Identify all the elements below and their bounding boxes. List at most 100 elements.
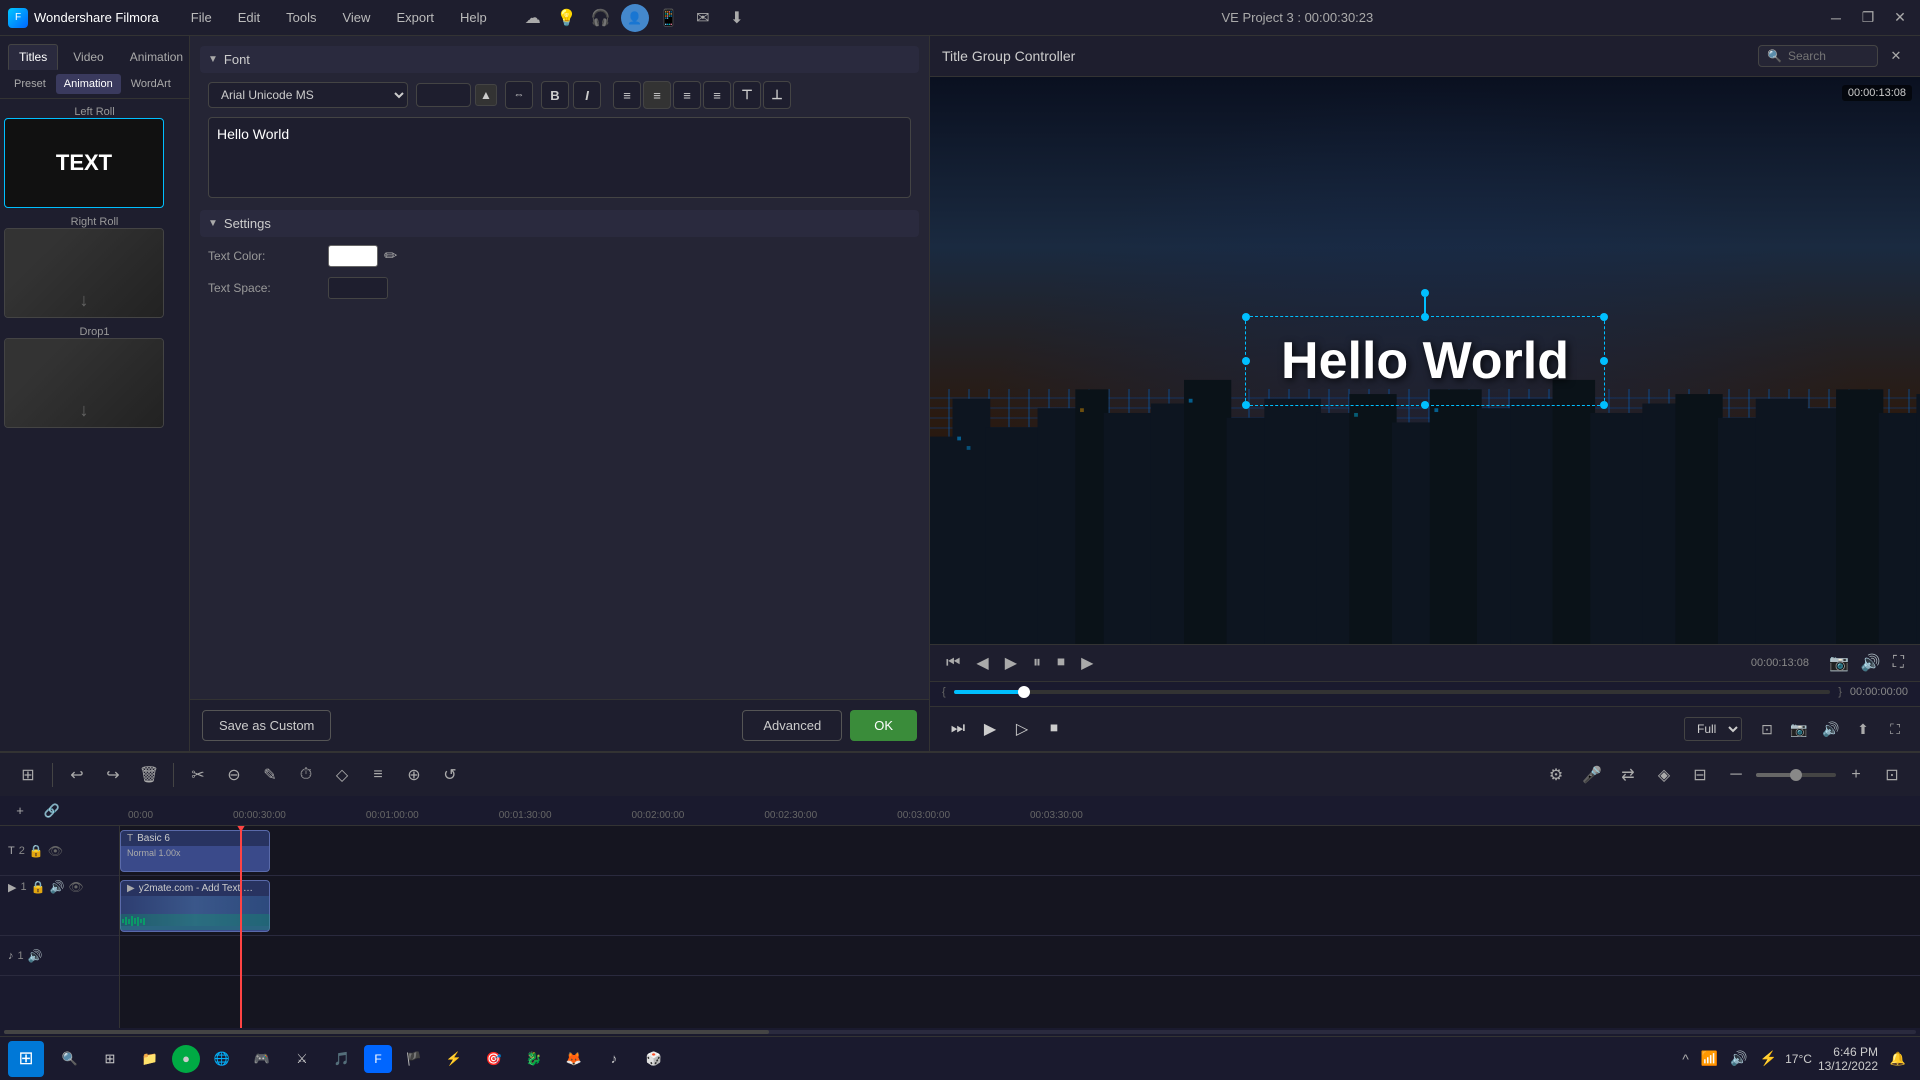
- audio-button[interactable]: 🎤: [1576, 759, 1608, 791]
- game-icon1[interactable]: 🎮: [244, 1041, 280, 1077]
- zoom-slider-wrap[interactable]: [1756, 773, 1836, 777]
- expand-tray-icon[interactable]: ^: [1678, 1049, 1693, 1069]
- subtab-animation[interactable]: Animation: [56, 74, 121, 94]
- font-family-select[interactable]: Arial Unicode MS: [208, 82, 408, 108]
- menu-help[interactable]: Help: [448, 6, 499, 29]
- text-tool-button[interactable]: ✎: [254, 759, 286, 791]
- frame-back-button[interactable]: ◀: [972, 651, 992, 675]
- playhead[interactable]: [240, 826, 242, 1028]
- game-icon5[interactable]: ⚡: [436, 1041, 472, 1077]
- diamond-button[interactable]: ◇: [326, 759, 358, 791]
- redo-button[interactable]: ↪: [97, 759, 129, 791]
- screenshot-button[interactable]: 📷: [1825, 651, 1853, 675]
- undo-button[interactable]: ↩: [61, 759, 93, 791]
- preset-drop1[interactable]: Drop1 ↓: [4, 326, 185, 428]
- link-button[interactable]: 🔗: [40, 799, 64, 823]
- start-button[interactable]: ⊞: [8, 1041, 44, 1077]
- download-icon[interactable]: ⬇: [723, 4, 751, 32]
- preset-thumb[interactable]: ↓: [4, 228, 164, 318]
- disable-button[interactable]: ⊖: [218, 759, 250, 791]
- font-section-header[interactable]: ▼ Font: [200, 46, 919, 73]
- multicam-button[interactable]: ⊟: [1684, 759, 1716, 791]
- eyedropper-icon[interactable]: ✏: [384, 246, 397, 266]
- game-icon3[interactable]: 🎵: [324, 1041, 360, 1077]
- mail-icon[interactable]: ✉: [689, 4, 717, 32]
- effects-button[interactable]: ⚙: [1540, 759, 1572, 791]
- align-justify-button[interactable]: ≡: [703, 81, 731, 109]
- save-custom-button[interactable]: Save as Custom: [202, 710, 331, 741]
- title-clip[interactable]: T Basic 6 Normal 1.00x: [120, 830, 270, 872]
- pause-button[interactable]: ⏸: [1029, 652, 1045, 674]
- skip-back-button[interactable]: ⏮: [942, 652, 964, 674]
- tab-titles[interactable]: Titles: [8, 44, 58, 70]
- maximize-button[interactable]: ❐: [1856, 6, 1880, 30]
- text-spacing-btn[interactable]: ⇔: [505, 81, 533, 109]
- close-button[interactable]: ✕: [1888, 6, 1912, 30]
- search-button[interactable]: 🔍: [52, 1041, 88, 1077]
- game-icon7[interactable]: 🐉: [516, 1041, 552, 1077]
- playback-play[interactable]: ▶: [974, 713, 1006, 745]
- menu-file[interactable]: File: [179, 6, 224, 29]
- fit-button[interactable]: ⊡: [1876, 759, 1908, 791]
- add-track-button[interactable]: +: [8, 799, 32, 823]
- align-left-button[interactable]: ≡: [613, 81, 641, 109]
- chrome-icon[interactable]: 🌐: [204, 1041, 240, 1077]
- bold-button[interactable]: B: [541, 81, 569, 109]
- playback-play-alt[interactable]: ▷: [1006, 713, 1038, 745]
- timer-button[interactable]: ⏱: [290, 759, 322, 791]
- plus-zoom-button[interactable]: +: [1840, 759, 1872, 791]
- bulb-icon[interactable]: 💡: [553, 4, 581, 32]
- filmora-taskbar-icon[interactable]: F: [364, 1045, 392, 1073]
- add-media-button[interactable]: ⊞: [12, 759, 44, 791]
- text-color-swatch[interactable]: [328, 245, 378, 267]
- play-button[interactable]: ▶: [1001, 651, 1021, 675]
- cloud-icon[interactable]: ☁: [519, 4, 547, 32]
- frame-forward-button[interactable]: ▶: [1077, 651, 1097, 675]
- track-speaker-icon[interactable]: 🔊: [50, 880, 65, 894]
- playback-skip-back[interactable]: ⏭: [942, 713, 974, 745]
- network-icon[interactable]: 📶: [1697, 1048, 1722, 1069]
- notification-button[interactable]: 🔔: [1884, 1045, 1912, 1073]
- delete-button[interactable]: 🗑: [133, 759, 165, 791]
- menu-export[interactable]: Export: [384, 6, 446, 29]
- magnet-button[interactable]: ⊕: [398, 759, 430, 791]
- mark-in-icon[interactable]: {: [942, 686, 946, 698]
- progress-dot[interactable]: [1018, 686, 1030, 698]
- expand-btn[interactable]: ⛶: [1882, 716, 1908, 742]
- subtab-preset[interactable]: Preset: [6, 74, 54, 94]
- preset-thumb[interactable]: TEXT: [4, 118, 164, 208]
- battery-icon[interactable]: ⚡: [1756, 1048, 1781, 1069]
- subtab-wordart[interactable]: WordArt: [123, 74, 179, 94]
- track-eye-icon[interactable]: 👁: [48, 844, 63, 858]
- minimize-button[interactable]: ─: [1824, 6, 1848, 30]
- camera-btn[interactable]: 📷: [1786, 716, 1812, 742]
- fullscreen-button[interactable]: ⛶: [1889, 652, 1908, 674]
- transition-button[interactable]: ⇄: [1612, 759, 1644, 791]
- volume-btn[interactable]: 🔊: [1818, 716, 1844, 742]
- preset-right-roll[interactable]: Right Roll ↓: [4, 216, 185, 318]
- volume-tray-icon[interactable]: 🔊: [1726, 1048, 1751, 1069]
- align-top-button[interactable]: ⊤: [733, 81, 761, 109]
- menu-edit[interactable]: Edit: [226, 6, 272, 29]
- game-icon8[interactable]: 🦊: [556, 1041, 592, 1077]
- track-speaker-icon2[interactable]: 🔊: [28, 949, 43, 963]
- keyframe-button[interactable]: ◈: [1648, 759, 1680, 791]
- taskview-button[interactable]: ⊞: [92, 1041, 128, 1077]
- minus-zoom-button[interactable]: ─: [1720, 759, 1752, 791]
- mark-out-icon[interactable]: }: [1838, 686, 1842, 698]
- scrollbar-thumb[interactable]: [4, 1030, 769, 1034]
- quality-select[interactable]: Full: [1684, 717, 1742, 741]
- game-icon4[interactable]: 🏴: [396, 1041, 432, 1077]
- speaker-button[interactable]: 🔊: [1857, 651, 1885, 675]
- menu-view[interactable]: View: [330, 6, 382, 29]
- preset-thumb[interactable]: ↓: [4, 338, 164, 428]
- zoom-handle[interactable]: [1790, 769, 1802, 781]
- device-icon[interactable]: 📱: [655, 4, 683, 32]
- preset-left-roll[interactable]: Left Roll TEXT: [4, 106, 185, 208]
- horizontal-scrollbar[interactable]: [4, 1030, 1916, 1034]
- align-center-button[interactable]: ≡: [643, 81, 671, 109]
- menu-tools[interactable]: Tools: [274, 6, 328, 29]
- settings-section-header[interactable]: ▼ Settings: [200, 210, 919, 237]
- game-icon6[interactable]: 🎯: [476, 1041, 512, 1077]
- advanced-button[interactable]: Advanced: [742, 710, 842, 741]
